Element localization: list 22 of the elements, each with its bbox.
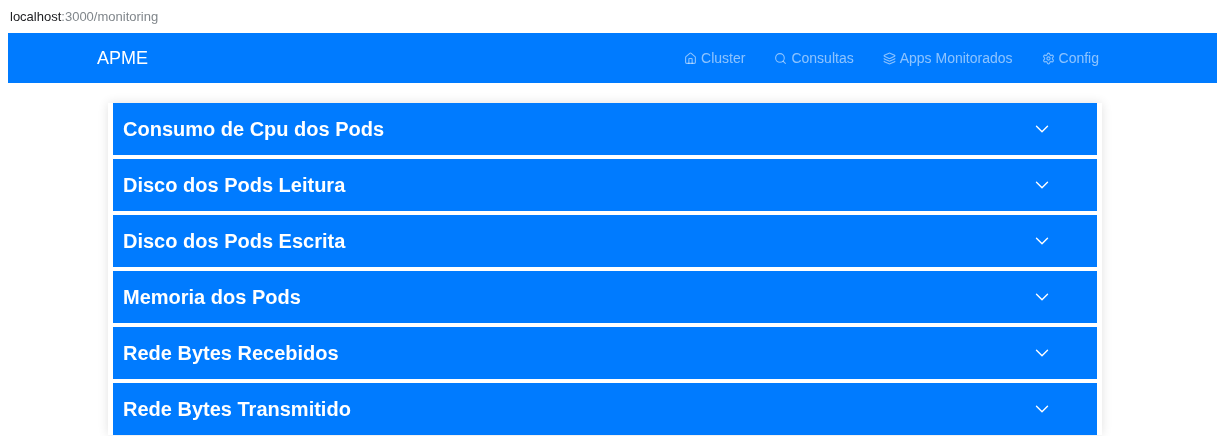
accordion-title: Rede Bytes Transmitido [123, 397, 351, 421]
accordion-header[interactable]: Rede Bytes Recebidos [113, 327, 1097, 379]
home-icon [684, 51, 698, 65]
accordion-title: Rede Bytes Recebidos [123, 341, 339, 365]
brand-title[interactable]: APME [97, 47, 685, 69]
accordion-header[interactable]: Disco dos Pods Leitura [113, 159, 1097, 211]
accordion-header[interactable]: Disco dos Pods Escrita [113, 215, 1097, 267]
accordion-title: Disco dos Pods Leitura [123, 173, 346, 197]
stack-icon [882, 51, 896, 65]
accordion-title: Memoria dos Pods [123, 285, 301, 309]
accordion-header[interactable]: Consumo de Cpu dos Pods [113, 103, 1097, 155]
nav-link[interactable]: Apps Monitorados [882, 50, 1013, 66]
nav-link[interactable]: Config [1041, 50, 1099, 66]
accordion-header[interactable]: Rede Bytes Transmitido [113, 383, 1097, 435]
accordion-title: Consumo de Cpu dos Pods [123, 117, 385, 141]
address-bar-url[interactable]: localhost:3000/monitoring [10, 9, 159, 24]
nav-link[interactable]: Consultas [774, 50, 854, 66]
search-icon [774, 51, 788, 65]
nav-link[interactable]: Cluster [684, 50, 746, 66]
accordion-title: Disco dos Pods Escrita [123, 229, 346, 253]
accordion-header[interactable]: Memoria dos Pods [113, 271, 1097, 323]
settings-icon [1041, 51, 1055, 65]
